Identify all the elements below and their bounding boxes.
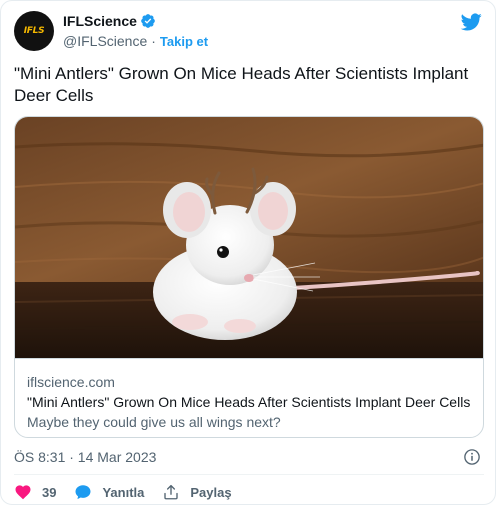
separator-dot: · <box>151 33 156 49</box>
tweet-header: IFLS IFLScience @IFLScience · Takip et <box>14 11 484 51</box>
handle-row: @IFLScience · Takip et <box>63 32 208 50</box>
divider <box>14 474 484 475</box>
timestamp[interactable]: ÖS 8:31 · 14 Mar 2023 <box>14 449 156 465</box>
card-meta: iflscience.com "Mini Antlers" Grown On M… <box>15 358 483 437</box>
card-image[interactable] <box>15 117 484 358</box>
twitter-bird-icon[interactable] <box>460 11 482 33</box>
card-title: "Mini Antlers" Grown On Mice Heads After… <box>27 394 471 410</box>
reply-button[interactable]: Yanıtla <box>74 482 144 502</box>
timestamp-row: ÖS 8:31 · 14 Mar 2023 <box>14 447 484 467</box>
card-domain: iflscience.com <box>27 374 115 390</box>
link-card[interactable]: iflscience.com "Mini Antlers" Grown On M… <box>14 116 484 438</box>
info-icon[interactable] <box>463 448 481 466</box>
share-label: Paylaş <box>190 484 232 500</box>
verified-badge-icon <box>141 14 155 28</box>
speech-bubble-icon <box>75 485 91 500</box>
tweet-text: "Mini Antlers" Grown On Mice Heads After… <box>14 64 469 105</box>
heart-icon <box>15 485 31 500</box>
handle[interactable]: @IFLScience <box>63 33 147 49</box>
share-icon <box>164 484 179 500</box>
like-button[interactable]: 39 <box>14 482 56 502</box>
author-info: IFLScience @IFLScience · Takip et <box>63 12 208 50</box>
card-description: Maybe they could give us all wings next? <box>27 414 281 430</box>
action-bar: 39 Yanıtla Paylaş <box>14 482 250 502</box>
follow-button[interactable]: Takip et <box>160 34 208 49</box>
share-button[interactable]: Paylaş <box>162 482 232 502</box>
reply-label: Yanıtla <box>102 484 145 500</box>
like-count: 39 <box>42 484 57 500</box>
avatar-logo-text: IFLS <box>23 26 45 36</box>
tweet-embed: IFLS IFLScience @IFLScience · Takip et "… <box>0 0 496 505</box>
name-row: IFLScience <box>63 12 208 30</box>
avatar[interactable]: IFLS <box>14 11 54 51</box>
display-name[interactable]: IFLScience <box>63 13 137 29</box>
